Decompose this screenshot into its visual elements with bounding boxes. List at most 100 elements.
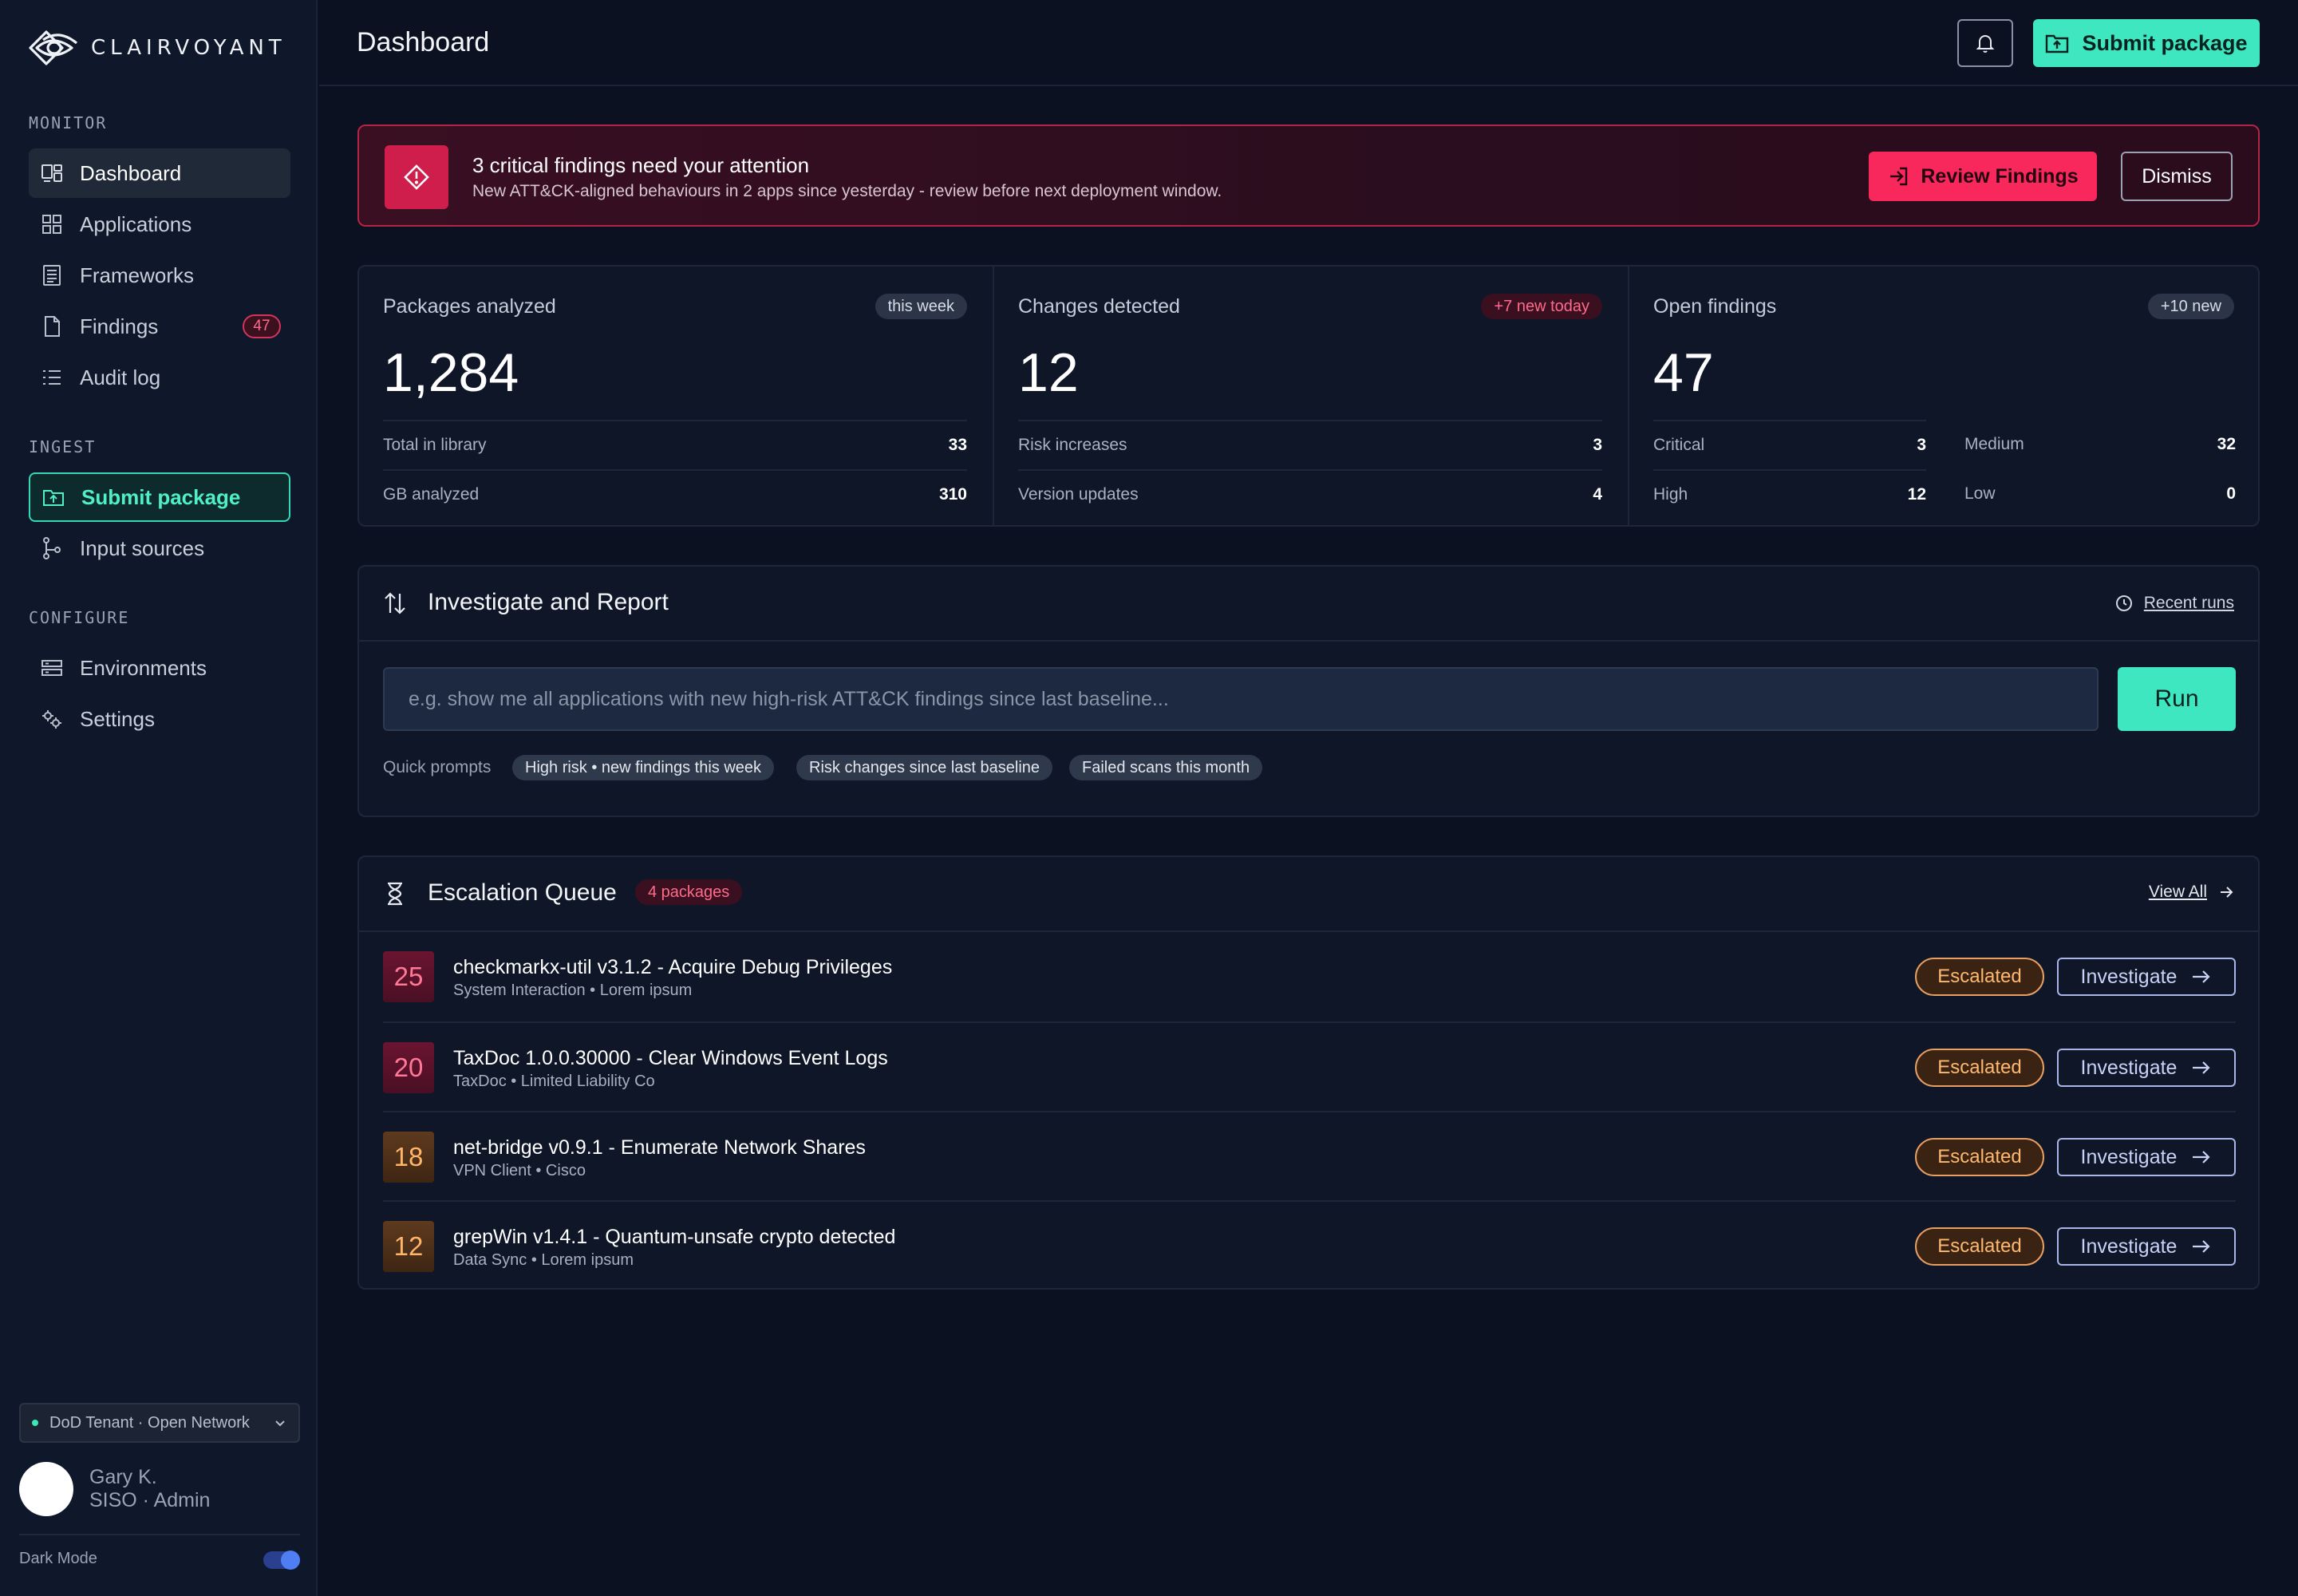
risk-score-badge: 12 xyxy=(383,1221,434,1272)
sidebar-item-settings[interactable]: Settings xyxy=(29,694,290,744)
recent-runs-link[interactable]: Recent runs xyxy=(2115,594,2234,613)
list-icon xyxy=(43,370,61,385)
arrow-right-icon xyxy=(2221,887,2233,898)
review-findings-button[interactable]: Review Findings xyxy=(1869,152,2097,201)
alert-icon xyxy=(385,145,448,209)
user-name: Gary K. xyxy=(89,1465,157,1488)
sidebar-item-label: Input sources xyxy=(80,535,205,560)
dark-mode-toggle[interactable] xyxy=(263,1551,300,1570)
submit-package-button[interactable]: Submit package xyxy=(2033,19,2260,67)
dark-mode-label: Dark Mode xyxy=(19,1550,97,1567)
investigate-label: Investigate xyxy=(2080,1235,2178,1258)
sidebar-item-environments[interactable]: Environments xyxy=(29,643,290,693)
stat-row-value: 0 xyxy=(2226,484,2236,503)
branch-icon xyxy=(43,537,61,559)
investigate-button[interactable]: Investigate xyxy=(2057,1138,2236,1176)
sidebar-item-label: Applications xyxy=(80,211,192,236)
dismiss-button[interactable]: Dismiss xyxy=(2121,152,2233,201)
sidebar-item-applications[interactable]: Applications xyxy=(29,200,290,249)
view-all-label: View All xyxy=(2148,883,2207,901)
stat-new-badge: +7 new today xyxy=(1481,294,1602,319)
sidebar-item-label: Findings xyxy=(80,314,159,338)
chevron-down-icon xyxy=(275,1420,285,1427)
stat-row: Total in library 33 xyxy=(383,420,967,469)
user-role: SISO · Admin xyxy=(89,1489,211,1511)
warning-diamond-icon xyxy=(404,164,429,190)
risk-score-badge: 18 xyxy=(383,1132,434,1183)
alert-title: 3 critical findings need your attention xyxy=(472,153,810,177)
dashboard-icon xyxy=(41,164,62,182)
stat-value: 47 xyxy=(1653,342,1714,403)
investigate-button[interactable]: Investigate xyxy=(2057,958,2236,996)
avatar xyxy=(19,1462,73,1516)
toggle-knob xyxy=(281,1551,300,1570)
escalation-row[interactable]: 12 grepWin v1.4.1 - Quantum-unsafe crypto… xyxy=(383,1200,2236,1290)
alert-subtitle: New ATT&CK-aligned behaviours in 2 apps … xyxy=(472,182,1222,200)
sidebar-item-label: Dashboard xyxy=(80,160,182,185)
risk-score-badge: 20 xyxy=(383,1042,434,1093)
brand[interactable]: CLAIRVOYANT xyxy=(27,26,286,70)
sidebar-item-frameworks[interactable]: Frameworks xyxy=(29,251,290,300)
sidebar-item-label: Frameworks xyxy=(80,263,195,287)
arrow-right-icon xyxy=(2193,970,2211,983)
investigate-label: Investigate xyxy=(2080,965,2178,988)
quick-prompt-chip[interactable]: Failed scans this month xyxy=(1069,755,1263,780)
arrow-right-icon xyxy=(2193,1151,2211,1163)
document-list-icon xyxy=(43,265,61,286)
escalation-row-subtitle: TaxDoc • Limited Liability Co xyxy=(453,1073,655,1090)
nav-section-monitor: MONITOR xyxy=(29,113,108,132)
escalation-row[interactable]: 20 TaxDoc 1.0.0.30000 - Clear Windows Eve… xyxy=(383,1021,2236,1111)
stat-row-value: 33 xyxy=(948,436,967,454)
top-bar: Dashboard Submit package xyxy=(319,0,2298,86)
findings-count-badge: 47 xyxy=(243,314,281,338)
sidebar-item-audit-log[interactable]: Audit log xyxy=(29,353,290,402)
gears-icon xyxy=(42,710,61,729)
run-button[interactable]: Run xyxy=(2118,667,2236,731)
sidebar-item-input-sources[interactable]: Input sources xyxy=(29,523,290,573)
sidebar: CLAIRVOYANT MONITOR Dashboard Applicatio… xyxy=(0,0,318,1596)
stat-row-label: Low xyxy=(1964,484,1996,503)
arrow-right-icon xyxy=(2193,1240,2211,1253)
stat-row-value: 4 xyxy=(1593,485,1602,504)
stat-label: Packages analyzed xyxy=(383,295,556,318)
notifications-button[interactable] xyxy=(1957,19,2013,67)
sidebar-item-label: Environments xyxy=(80,655,207,680)
view-all-link[interactable]: View All xyxy=(2149,883,2234,902)
escalation-row-title: checkmarkx-util v3.1.2 - Acquire Debug P… xyxy=(453,956,893,978)
critical-findings-alert: 3 critical findings need your attention … xyxy=(357,124,2260,227)
file-icon xyxy=(45,316,60,337)
stat-row-high: High 12 xyxy=(1653,469,1926,519)
query-input[interactable] xyxy=(383,667,2099,731)
stat-row: GB analyzed 310 xyxy=(383,469,967,519)
escalation-row[interactable]: 18 net-bridge v0.9.1 - Enumerate Network … xyxy=(383,1111,2236,1200)
quick-prompt-chip[interactable]: High risk • new findings this week xyxy=(512,755,775,780)
escalated-status-badge: Escalated xyxy=(1915,1227,2044,1266)
escalation-row-subtitle: Data Sync • Lorem ipsum xyxy=(453,1251,634,1269)
stat-row-label: GB analyzed xyxy=(383,485,480,504)
sidebar-item-label: Audit log xyxy=(80,365,161,389)
sidebar-divider xyxy=(19,1534,300,1535)
investigate-button[interactable]: Investigate xyxy=(2057,1049,2236,1087)
investigate-title: Investigate and Report xyxy=(428,589,669,615)
submit-package-label: Submit package xyxy=(2082,30,2248,55)
tenant-selector[interactable]: DoD Tenant · Open Network xyxy=(19,1403,300,1443)
stat-row-label: High xyxy=(1653,485,1688,504)
grid-icon xyxy=(42,215,61,234)
page-title: Dashboard xyxy=(357,27,490,57)
investigate-button[interactable]: Investigate xyxy=(2057,1227,2236,1266)
stat-row-low: Low 0 xyxy=(1964,469,2236,519)
quick-prompt-chip[interactable]: Risk changes since last baseline xyxy=(796,755,1053,780)
stat-value: 1,284 xyxy=(383,342,519,403)
escalation-row[interactable]: 25 checkmarkx-util v3.1.2 - Acquire Debug… xyxy=(383,932,2236,1021)
user-profile[interactable]: Gary K. SISO · Admin xyxy=(19,1462,210,1516)
arrow-right-icon xyxy=(2193,1061,2211,1074)
risk-score-badge: 25 xyxy=(383,951,434,1002)
stat-changes-detected: Changes detected +7 new today 12 Risk in… xyxy=(993,267,1628,525)
sidebar-item-submit-package[interactable]: Submit package xyxy=(29,472,290,522)
review-findings-label: Review Findings xyxy=(1921,164,2079,188)
quick-prompts-label: Quick prompts xyxy=(383,758,492,776)
sidebar-item-dashboard[interactable]: Dashboard xyxy=(29,148,290,198)
hourglass-icon xyxy=(388,882,402,906)
sidebar-item-findings[interactable]: Findings 47 xyxy=(29,302,290,351)
investigate-panel: Investigate and Report Recent runs Run Q… xyxy=(357,565,2260,817)
